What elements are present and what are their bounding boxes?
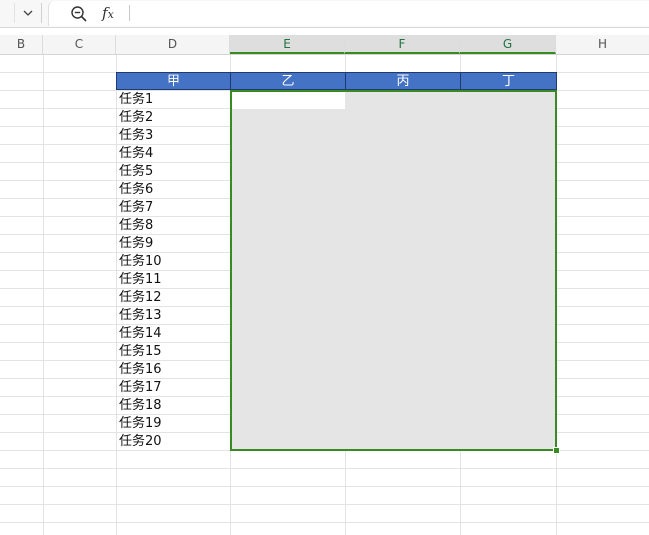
task-cell[interactable]: 任务15 — [116, 343, 230, 361]
task-cell[interactable]: 任务9 — [116, 235, 230, 253]
task-cell[interactable]: 任务19 — [116, 415, 230, 433]
task-cell[interactable]: 任务12 — [116, 289, 230, 307]
table-header-jia[interactable]: 甲 — [116, 72, 231, 90]
task-cell[interactable]: 任务8 — [116, 217, 230, 235]
column-header-b[interactable]: B — [0, 35, 43, 54]
task-cell[interactable]: 任务2 — [116, 109, 230, 127]
name-box-dropdown[interactable] — [14, 3, 42, 23]
task-cell[interactable]: 任务16 — [116, 361, 230, 379]
column-header-g[interactable]: G — [460, 35, 556, 54]
active-cell[interactable] — [231, 91, 345, 109]
task-cell[interactable]: 任务5 — [116, 163, 230, 181]
task-cell[interactable]: 任务6 — [116, 181, 230, 199]
zoom-out-icon[interactable] — [70, 5, 88, 23]
task-cell[interactable]: 任务17 — [116, 379, 230, 397]
task-cell[interactable]: 任务7 — [116, 199, 230, 217]
formula-input[interactable] — [134, 3, 638, 25]
formula-separator — [129, 5, 130, 21]
table-header-ding[interactable]: 丁 — [460, 72, 557, 90]
column-header-f[interactable]: F — [345, 35, 460, 54]
selected-range[interactable] — [231, 91, 556, 450]
column-header-d[interactable]: D — [116, 35, 230, 54]
chevron-down-icon — [23, 10, 33, 16]
task-cell[interactable]: 任务1 — [116, 91, 230, 109]
task-cell[interactable]: 任务18 — [116, 397, 230, 415]
spreadsheet-grid[interactable]: B C D E F G H 甲 乙 丙 丁 任务1 任务2 任务3 任务4 任务5 任务6… — [0, 35, 649, 535]
task-cell[interactable]: 任务11 — [116, 271, 230, 289]
table-header-bing[interactable]: 丙 — [345, 72, 461, 90]
task-cell[interactable]: 任务14 — [116, 325, 230, 343]
formula-bar: fx — [0, 0, 649, 28]
task-cell[interactable]: 任务10 — [116, 253, 230, 271]
fx-icon[interactable]: fx — [102, 3, 122, 23]
task-cell[interactable]: 任务20 — [116, 433, 230, 451]
column-headers: B C D E F G H — [0, 35, 649, 55]
column-header-h[interactable]: H — [556, 35, 649, 54]
task-cell[interactable]: 任务4 — [116, 145, 230, 163]
fill-handle[interactable] — [553, 447, 560, 454]
column-header-c[interactable]: C — [43, 35, 116, 54]
column-header-e[interactable]: E — [230, 35, 345, 54]
task-cell[interactable]: 任务3 — [116, 127, 230, 145]
table-header-yi[interactable]: 乙 — [230, 72, 346, 90]
task-cell[interactable]: 任务13 — [116, 307, 230, 325]
